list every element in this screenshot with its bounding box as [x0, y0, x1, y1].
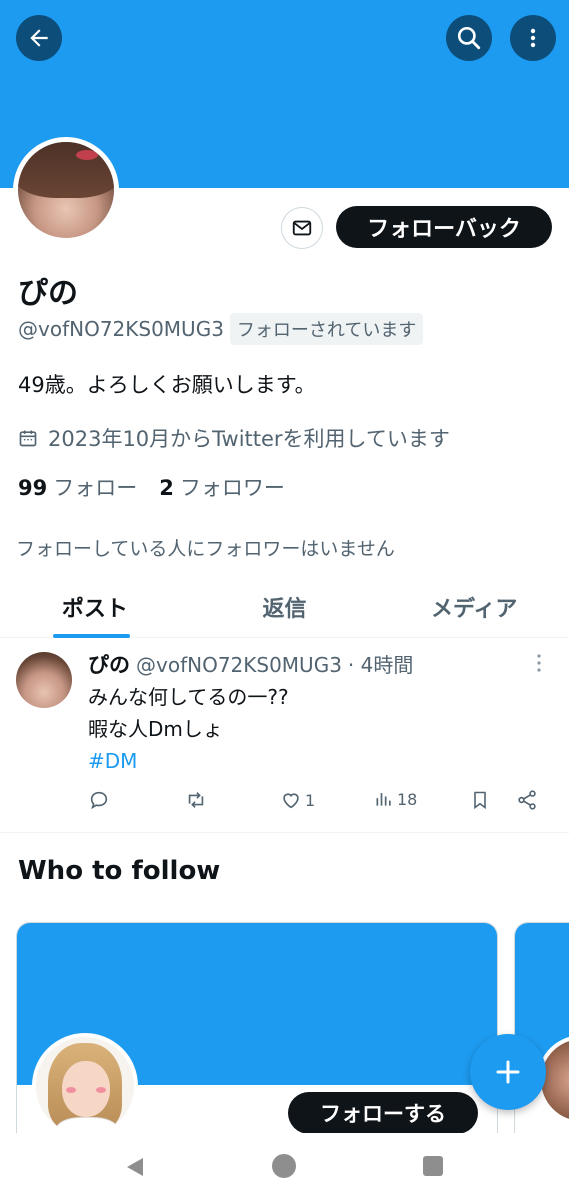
share-icon — [518, 790, 536, 810]
following-link[interactable]: 99 フォロー — [18, 472, 137, 502]
tweet-author-name[interactable]: ぴの — [88, 649, 130, 679]
joined-text: 2023年10月からTwitterを利用しています — [48, 427, 450, 451]
vertical-dots-icon — [530, 28, 536, 48]
repost-icon — [188, 792, 204, 808]
views-button[interactable]: 18 — [374, 789, 417, 809]
profile-handle: @vofNO72KS0MUG3 — [18, 317, 224, 341]
tab-media[interactable]: メディア — [379, 580, 569, 637]
follow-stats: 99 フォロー 2 フォロワー — [18, 472, 307, 502]
avatar-blush — [66, 1087, 76, 1093]
no-mutual-followers-text: フォローしている人にフォロワーはいません — [16, 538, 395, 560]
followers-count: 2 — [159, 476, 174, 500]
suggestion-avatar[interactable] — [32, 1033, 138, 1139]
followers-link[interactable]: 2 フォロワー — [159, 472, 285, 502]
bookmark-button[interactable] — [470, 789, 490, 811]
follow-button[interactable]: フォローする — [288, 1092, 478, 1134]
tab-replies-label: 返信 — [262, 597, 307, 622]
avatar-blush — [96, 1087, 106, 1093]
nav-home-icon[interactable] — [272, 1154, 296, 1178]
avatar-lips — [76, 150, 98, 160]
who-to-follow-title: Who to follow — [18, 856, 221, 886]
calendar-icon — [19, 430, 37, 447]
plus-icon — [496, 1060, 520, 1084]
arrow-left-icon — [30, 29, 48, 47]
tweet-hashtag[interactable]: #DM — [88, 745, 289, 777]
profile-name: ぴの — [18, 276, 78, 311]
vertical-dots-icon — [537, 654, 541, 672]
active-tab-indicator — [53, 634, 130, 638]
tweet-time: · 4時間 — [347, 653, 414, 677]
tweet-line-2: 暇な人Dmしょ — [88, 717, 223, 741]
share-button[interactable] — [516, 789, 538, 811]
tab-media-label: メディア — [430, 597, 518, 622]
message-button[interactable] — [281, 207, 323, 249]
compose-button[interactable] — [470, 1034, 546, 1110]
profile-avatar[interactable] — [13, 137, 119, 243]
system-navigation-bar — [0, 1133, 569, 1200]
joined-date: 2023年10月からTwitterを利用しています — [18, 423, 450, 453]
tab-replies[interactable]: 返信 — [190, 580, 380, 637]
tweet[interactable]: ぴの @vofNO72KS0MUG3 · 4時間 みんな何してるの一?? 暇な人… — [0, 639, 569, 833]
tweet-more-button[interactable] — [531, 653, 547, 677]
avatar-hair — [18, 142, 114, 198]
search-button[interactable] — [446, 15, 492, 61]
nav-recents-icon[interactable] — [423, 1156, 443, 1176]
profile-bio: 49歳。よろしくお願いします。 — [18, 373, 316, 397]
repost-button[interactable] — [184, 789, 208, 811]
tweet-author-handle: @vofNO72KS0MUG3 — [136, 653, 342, 677]
tab-posts-label: ポスト — [61, 597, 128, 622]
heart-icon — [283, 793, 299, 809]
tweet-line-1: みんな何してるの一?? — [88, 685, 289, 709]
views-chart-icon — [376, 793, 391, 806]
search-icon — [457, 26, 481, 50]
more-options-button[interactable] — [510, 15, 556, 61]
tweet-actions: 1 18 — [88, 789, 553, 813]
view-count: 18 — [397, 789, 418, 809]
tweet-avatar[interactable] — [16, 652, 72, 708]
reply-button[interactable] — [88, 789, 110, 811]
nav-back-icon[interactable] — [123, 1155, 147, 1179]
like-count: 1 — [305, 790, 316, 810]
following-label: フォロー — [53, 476, 138, 500]
following-count: 99 — [18, 476, 48, 500]
tweet-text: みんな何してるの一?? 暇な人Dmしょ #DM — [88, 681, 289, 777]
back-button[interactable] — [16, 15, 62, 61]
like-button[interactable]: 1 — [280, 789, 315, 811]
mail-icon — [292, 220, 312, 236]
bookmark-icon — [474, 791, 486, 810]
handle-row: @vofNO72KS0MUG3 フォローされています — [18, 313, 424, 345]
tab-posts[interactable]: ポスト — [0, 580, 190, 638]
reply-icon — [90, 791, 108, 810]
follow-back-button[interactable]: フォローバック — [336, 206, 552, 248]
follows-you-badge: フォローされています — [229, 313, 424, 345]
followers-label: フォロワー — [179, 476, 285, 500]
tweet-header: ぴの @vofNO72KS0MUG3 · 4時間 — [88, 649, 413, 679]
profile-tabs: ポスト 返信 メディア — [0, 580, 569, 638]
